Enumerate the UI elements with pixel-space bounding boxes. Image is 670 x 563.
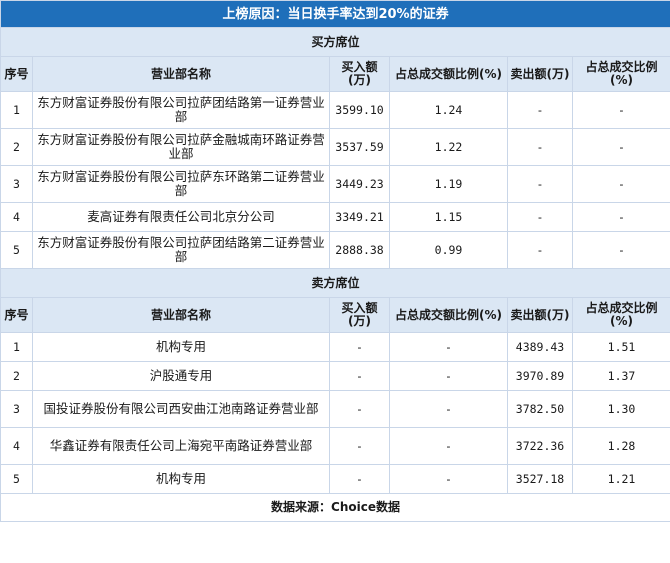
sell-ratio: - bbox=[571, 202, 670, 232]
buy-ratio: - bbox=[389, 361, 508, 391]
buy-amount: - bbox=[329, 427, 390, 465]
data-source-footer: 数据来源：Choice数据 bbox=[0, 493, 670, 522]
table-row: 5 机构专用 - -3527.18 1.21 bbox=[0, 464, 670, 494]
column-header-buy: 买入额(万) bbox=[329, 297, 390, 333]
sell-column-header-row: 序号 营业部名称 买入额(万) 占总成交额比例(%) 卖出额(万) 占总成交比例… bbox=[0, 297, 670, 333]
branch-name: 东方财富证券股份有限公司拉萨团结路第二证券营业部 bbox=[32, 231, 330, 269]
row-number: 2 bbox=[0, 128, 33, 166]
column-header-sell-pct: 占总成交比例(%) bbox=[571, 297, 670, 333]
column-header-buy-pct: 占总成交额比例(%) bbox=[389, 297, 508, 333]
branch-name: 东方财富证券股份有限公司拉萨团结路第一证券营业部 bbox=[32, 91, 330, 129]
buy-amount: 3349.21 bbox=[329, 202, 390, 232]
buy-column-header-row: 序号 营业部名称 买入额(万) 占总成交额比例(%) 卖出额(万) 占总成交比例… bbox=[0, 56, 670, 92]
sell-amount: - bbox=[507, 165, 573, 203]
buy-ratio: - bbox=[389, 464, 508, 494]
buy-amount: - bbox=[329, 361, 390, 391]
column-header-sell: 卖出额(万) bbox=[507, 56, 573, 92]
buy-ratio: 1.15 bbox=[389, 202, 508, 232]
sell-amount: 3527.18 bbox=[507, 464, 573, 494]
column-header-name: 营业部名称 bbox=[32, 297, 330, 333]
sell-ratio: 1.21 bbox=[571, 464, 670, 494]
row-number: 4 bbox=[0, 427, 33, 465]
sell-amount: - bbox=[507, 231, 573, 269]
buy-section-header: 买方席位 bbox=[0, 27, 670, 57]
column-header-sell: 卖出额(万) bbox=[507, 297, 573, 333]
row-number: 5 bbox=[0, 231, 33, 269]
buy-ratio: - bbox=[389, 332, 508, 362]
row-number: 1 bbox=[0, 332, 33, 362]
table-row: 3 国投证券股份有限公司西安曲江池南路证券营业部 - -3782.50 1.30 bbox=[0, 390, 670, 428]
sell-ratio: 1.30 bbox=[571, 390, 670, 428]
sell-amount: 4389.43 bbox=[507, 332, 573, 362]
row-number: 2 bbox=[0, 361, 33, 391]
sell-amount: - bbox=[507, 128, 573, 166]
table-row: 2 东方财富证券股份有限公司拉萨金融城南环路证券营业部 3537.59 1.22- - bbox=[0, 128, 670, 166]
sell-rows: 1 机构专用 - -4389.43 1.51 2 沪股通专用 - -3970.89 1.37 3 国投… bbox=[0, 332, 670, 494]
branch-name: 机构专用 bbox=[32, 332, 330, 362]
buy-ratio: - bbox=[389, 390, 508, 428]
buy-amount: - bbox=[329, 390, 390, 428]
sell-ratio: - bbox=[571, 165, 670, 203]
buy-amount: 3537.59 bbox=[329, 128, 390, 166]
buy-ratio: 1.19 bbox=[389, 165, 508, 203]
buy-ratio: - bbox=[389, 427, 508, 465]
sell-ratio: 1.37 bbox=[571, 361, 670, 391]
table-row: 2 沪股通专用 - -3970.89 1.37 bbox=[0, 361, 670, 391]
branch-name: 沪股通专用 bbox=[32, 361, 330, 391]
column-header-no: 序号 bbox=[0, 56, 33, 92]
branch-name: 华鑫证券有限责任公司上海宛平南路证券营业部 bbox=[32, 427, 330, 465]
sell-section-header: 卖方席位 bbox=[0, 268, 670, 298]
branch-name: 国投证券股份有限公司西安曲江池南路证券营业部 bbox=[32, 390, 330, 428]
column-header-buy: 买入额(万) bbox=[329, 56, 390, 92]
buy-amount: - bbox=[329, 332, 390, 362]
table-title: 上榜原因：当日换手率达到20%的证券 bbox=[0, 0, 670, 28]
column-header-buy-pct: 占总成交额比例(%) bbox=[389, 56, 508, 92]
row-number: 1 bbox=[0, 91, 33, 129]
sell-ratio: - bbox=[571, 128, 670, 166]
branch-name: 机构专用 bbox=[32, 464, 330, 494]
sell-amount: - bbox=[507, 91, 573, 129]
branch-name: 东方财富证券股份有限公司拉萨金融城南环路证券营业部 bbox=[32, 128, 330, 166]
buy-amount: - bbox=[329, 464, 390, 494]
table-row: 1 机构专用 - -4389.43 1.51 bbox=[0, 332, 670, 362]
buy-ratio: 1.22 bbox=[389, 128, 508, 166]
buy-amount: 3599.10 bbox=[329, 91, 390, 129]
buy-ratio: 1.24 bbox=[389, 91, 508, 129]
buy-ratio: 0.99 bbox=[389, 231, 508, 269]
row-number: 4 bbox=[0, 202, 33, 232]
branch-name: 东方财富证券股份有限公司拉萨东环路第二证券营业部 bbox=[32, 165, 330, 203]
sell-ratio: - bbox=[571, 231, 670, 269]
row-number: 3 bbox=[0, 165, 33, 203]
sell-amount: - bbox=[507, 202, 573, 232]
table-row: 4 麦高证券有限责任公司北京分公司 3349.21 1.15- - bbox=[0, 202, 670, 232]
sell-amount: 3970.89 bbox=[507, 361, 573, 391]
table-row: 3 东方财富证券股份有限公司拉萨东环路第二证券营业部 3449.23 1.19- - bbox=[0, 165, 670, 203]
sell-ratio: 1.28 bbox=[571, 427, 670, 465]
column-header-name: 营业部名称 bbox=[32, 56, 330, 92]
table-row: 1 东方财富证券股份有限公司拉萨团结路第一证券营业部 3599.10 1.24- - bbox=[0, 91, 670, 129]
sell-ratio: 1.51 bbox=[571, 332, 670, 362]
sell-amount: 3722.36 bbox=[507, 427, 573, 465]
branch-name: 麦高证券有限责任公司北京分公司 bbox=[32, 202, 330, 232]
row-number: 3 bbox=[0, 390, 33, 428]
buy-amount: 3449.23 bbox=[329, 165, 390, 203]
row-number: 5 bbox=[0, 464, 33, 494]
table-row: 4 华鑫证券有限责任公司上海宛平南路证券营业部 - -3722.36 1.28 bbox=[0, 427, 670, 465]
buy-rows: 1 东方财富证券股份有限公司拉萨团结路第一证券营业部 3599.10 1.24- -2 东… bbox=[0, 91, 670, 269]
buy-amount: 2888.38 bbox=[329, 231, 390, 269]
sell-amount: 3782.50 bbox=[507, 390, 573, 428]
sell-ratio: - bbox=[571, 91, 670, 129]
dragon-tiger-table: 上榜原因：当日换手率达到20%的证券 买方席位 序号 营业部名称 买入额(万) … bbox=[0, 0, 670, 522]
table-row: 5 东方财富证券股份有限公司拉萨团结路第二证券营业部 2888.38 0.99- - bbox=[0, 231, 670, 269]
column-header-no: 序号 bbox=[0, 297, 33, 333]
column-header-sell-pct: 占总成交比例(%) bbox=[571, 56, 670, 92]
